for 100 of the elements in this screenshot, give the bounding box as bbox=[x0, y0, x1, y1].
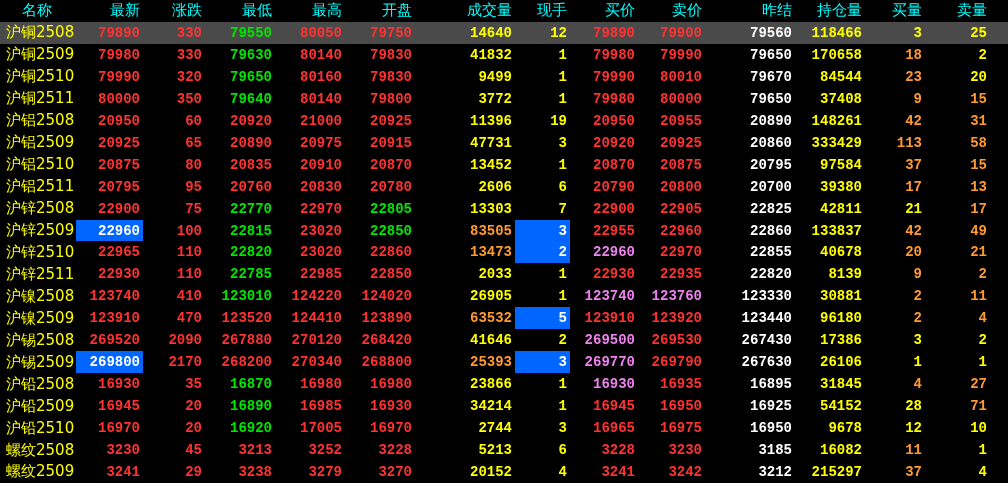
column-header[interactable]: 最新 bbox=[76, 0, 143, 22]
quote-value: 124410 bbox=[291, 310, 342, 327]
quote-value: 20870 bbox=[593, 156, 635, 173]
quote-value: 41832 bbox=[470, 46, 512, 63]
column-header[interactable]: 最高 bbox=[275, 0, 345, 22]
column-header[interactable]: 买量 bbox=[865, 0, 925, 22]
quote-row[interactable]: 螺纹2509 3241 29 3238 3279 3270 20152 4 3241 3242 3212 215297 37 4 bbox=[0, 461, 1008, 483]
column-header[interactable]: 卖量 bbox=[925, 0, 990, 22]
quote-value: 123010 bbox=[221, 288, 272, 305]
quote-value: 20950 bbox=[593, 112, 635, 129]
quote-value: 37408 bbox=[820, 90, 862, 107]
column-header[interactable]: 现手 bbox=[515, 0, 570, 22]
quote-value: 22970 bbox=[660, 244, 702, 261]
quote-value: 40678 bbox=[820, 244, 862, 261]
quote-value: 79830 bbox=[370, 68, 412, 85]
quote-value: 123520 bbox=[221, 310, 272, 327]
quote-value: 20920 bbox=[230, 112, 272, 129]
quote-value: 34214 bbox=[470, 398, 512, 415]
quote-value: 22770 bbox=[230, 200, 272, 217]
quote-value: 270120 bbox=[291, 332, 342, 349]
quote-value: 2 bbox=[558, 332, 567, 349]
quote-value: 4 bbox=[913, 376, 922, 393]
quote-row[interactable]: 螺纹2508 3230 45 3213 3252 3228 5213 6 3228 3230 3185 16082 11 1 bbox=[0, 439, 1008, 461]
quote-value: 42 bbox=[905, 112, 922, 129]
quote-row[interactable]: 沪锌2510 22965 110 22820 23020 22860 13473 2 22960 22970 22855 40678 20 21 bbox=[0, 241, 1008, 264]
quote-value: 16975 bbox=[660, 420, 702, 437]
quote-value: 2 bbox=[913, 288, 922, 305]
quote-row[interactable]: 沪铅2509 16945 20 16890 16985 16930 34214 1 16945 16950 16925 54152 28 71 bbox=[0, 395, 1008, 418]
contract-name: 沪铅2509 bbox=[5, 395, 76, 417]
quote-value: 1 bbox=[558, 46, 567, 63]
quote-value: 14640 bbox=[470, 24, 512, 41]
quote-row[interactable]: 沪铝2511 20795 95 20760 20830 20780 2606 6 20790 20800 20700 39380 17 13 bbox=[0, 175, 1008, 198]
column-header[interactable]: 涨跌 bbox=[143, 0, 205, 22]
quote-value: 22985 bbox=[300, 266, 342, 283]
quote-value: 41646 bbox=[470, 332, 512, 349]
quote-value: 21 bbox=[970, 244, 987, 261]
quote-row[interactable]: 沪铝2508 20950 60 20920 21000 20925 11396 19 20950 20955 20890 148261 42 31 bbox=[0, 109, 1008, 132]
quote-value: 54152 bbox=[820, 398, 862, 415]
quote-value: 79980 bbox=[98, 46, 140, 63]
quote-value: 22860 bbox=[750, 222, 792, 239]
quote-value: 3238 bbox=[238, 464, 272, 480]
quote-row[interactable]: 沪锌2508 22900 75 22770 22970 22805 13303 7 22900 22905 22825 42811 21 17 bbox=[0, 197, 1008, 220]
quote-value: 96180 bbox=[820, 310, 862, 327]
quote-row[interactable]: 沪锌2509 22960 100 22815 23020 22850 83505 3 22955 22960 22860 133837 42 49 bbox=[0, 219, 1008, 242]
quote-row[interactable]: 沪锡2509 269800 2170 268200 270340 268800 25393 3 269770 269790 267630 26106 1 1 bbox=[0, 351, 1008, 374]
quote-value: 1 bbox=[558, 266, 567, 283]
quote-row[interactable]: 沪铅2508 16930 35 16870 16980 16980 23866 1 16930 16935 16895 31845 4 27 bbox=[0, 373, 1008, 396]
quote-value: 80050 bbox=[300, 24, 342, 41]
quote-value: 118466 bbox=[811, 24, 862, 41]
quote-row[interactable]: 沪铜2509 79980 330 79630 80140 79830 41832 1 79980 79990 79650 170658 18 2 bbox=[0, 43, 1008, 66]
quote-value: 269530 bbox=[651, 332, 702, 349]
quote-value: 267880 bbox=[221, 332, 272, 349]
quote-value: 20 bbox=[185, 420, 202, 437]
column-header[interactable]: 持仓量 bbox=[795, 0, 865, 22]
quote-row[interactable]: 沪锡2508 269520 2090 267880 270120 268420 41646 2 269500 269530 267430 17386 3 2 bbox=[0, 329, 1008, 352]
quote-value: 79900 bbox=[660, 24, 702, 41]
contract-name: 螺纹2508 bbox=[5, 439, 76, 461]
quote-value: 22900 bbox=[98, 200, 140, 217]
quote-value: 269790 bbox=[651, 354, 702, 371]
quote-value: 17386 bbox=[820, 332, 862, 349]
quote-value: 6 bbox=[558, 178, 567, 195]
quote-row[interactable]: 沪镍2508 123740 410 123010 124220 124020 26905 1 123740 123760 123330 30881 2 11 bbox=[0, 285, 1008, 308]
quote-value: 47731 bbox=[470, 134, 512, 151]
quote-value: 63532 bbox=[470, 310, 512, 327]
quote-value: 20152 bbox=[470, 464, 512, 480]
quote-value: 22850 bbox=[370, 222, 412, 239]
quote-row[interactable]: 沪镍2509 123910 470 123520 124410 123890 63532 5 123910 123920 123440 96180 2 4 bbox=[0, 307, 1008, 330]
column-header[interactable]: 最低 bbox=[205, 0, 275, 22]
column-header[interactable]: 卖价 bbox=[638, 0, 705, 22]
quote-value: 84544 bbox=[820, 68, 862, 85]
quote-value: 9678 bbox=[828, 420, 862, 437]
quote-value: 12 bbox=[550, 24, 567, 41]
quote-value: 9 bbox=[913, 266, 922, 283]
quote-value: 22970 bbox=[300, 200, 342, 217]
quote-row[interactable]: 沪铜2510 79990 320 79650 80160 79830 9499 1 79990 80010 79670 84544 23 20 bbox=[0, 65, 1008, 88]
column-header[interactable]: 买价 bbox=[570, 0, 638, 22]
column-header[interactable]: 昨结 bbox=[705, 0, 795, 22]
quote-value: 20950 bbox=[98, 112, 140, 129]
quote-row[interactable]: 沪铜2511 80000 350 79640 80140 79800 3772 1 79980 80000 79650 37408 9 15 bbox=[0, 87, 1008, 110]
quote-value: 79830 bbox=[370, 46, 412, 63]
quote-value: 1 bbox=[558, 376, 567, 393]
quote-row[interactable]: 沪铜2508 79890 330 79550 80050 79750 14640 12 79890 79900 79560 118466 3 25 bbox=[0, 21, 1008, 44]
quote-value: 20 bbox=[970, 68, 987, 85]
quote-row[interactable]: 沪铅2510 16970 20 16920 17005 16970 2744 3 16965 16975 16950 9678 12 10 bbox=[0, 417, 1008, 440]
column-header[interactable]: 开盘 bbox=[345, 0, 415, 22]
column-header[interactable]: 名称 bbox=[0, 0, 76, 22]
quote-row[interactable]: 沪铝2509 20925 65 20890 20975 20915 47731 3 20920 20925 20860 333429 113 58 bbox=[0, 131, 1008, 154]
contract-name: 沪铅2510 bbox=[5, 417, 76, 439]
quote-value: 22905 bbox=[660, 200, 702, 217]
quote-value: 20890 bbox=[230, 134, 272, 151]
quote-value: 3 bbox=[558, 222, 567, 239]
quote-value: 16980 bbox=[300, 376, 342, 393]
quote-row[interactable]: 沪锌2511 22930 110 22785 22985 22850 2033 1 22930 22935 22820 8139 9 2 bbox=[0, 263, 1008, 286]
quote-value: 25393 bbox=[470, 354, 512, 371]
quote-row[interactable]: 沪铝2510 20875 80 20835 20910 20870 13452 1 20870 20875 20795 97584 37 15 bbox=[0, 153, 1008, 176]
column-header[interactable]: 成交量 bbox=[415, 0, 515, 22]
quote-value: 22935 bbox=[660, 266, 702, 283]
quote-value: 79990 bbox=[98, 68, 140, 85]
quote-value: 79560 bbox=[750, 24, 792, 41]
quote-value: 3212 bbox=[758, 464, 792, 480]
